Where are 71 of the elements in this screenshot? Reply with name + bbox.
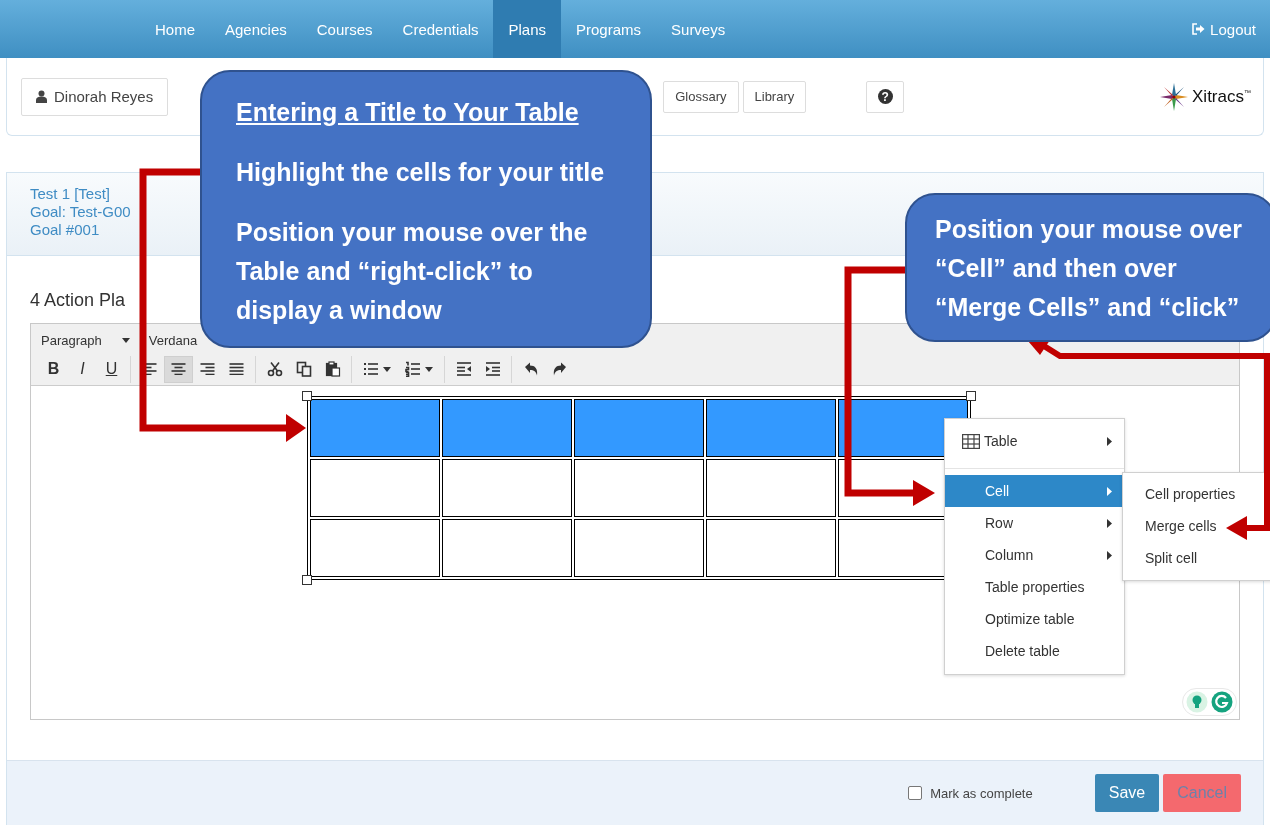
user-button[interactable]: Dinorah Reyes bbox=[21, 77, 169, 116]
menu-item[interactable]: Delete table bbox=[945, 635, 1124, 667]
plan-info-line: Goal #001 bbox=[30, 221, 100, 239]
menu-item[interactable]: Row bbox=[945, 507, 1124, 539]
submenu-arrow-icon bbox=[1107, 518, 1112, 528]
resize-handle[interactable] bbox=[302, 575, 312, 585]
logout-icon bbox=[1191, 23, 1206, 35]
plan-info-line: Goal: Test-G00 bbox=[30, 203, 131, 221]
table-cell[interactable] bbox=[442, 519, 572, 577]
nav-tab[interactable]: Plans bbox=[493, 0, 561, 58]
bulb-icon[interactable] bbox=[1186, 691, 1208, 713]
submenu-arrow-icon bbox=[1107, 486, 1112, 496]
align-center-button[interactable] bbox=[164, 355, 193, 383]
justify-icon bbox=[229, 363, 244, 375]
bullet-list-icon bbox=[363, 361, 379, 377]
header-button[interactable]: Glossary bbox=[663, 80, 739, 113]
submenu-arrow-icon bbox=[1107, 550, 1112, 560]
numbered-list-icon bbox=[405, 361, 421, 377]
menu-item[interactable]: Optimize table bbox=[945, 603, 1124, 635]
resize-handle[interactable] bbox=[966, 391, 976, 401]
table-cell[interactable] bbox=[574, 399, 704, 457]
align-right-icon bbox=[200, 363, 215, 375]
font-dropdown[interactable]: Verdana bbox=[148, 333, 198, 348]
caret-icon bbox=[383, 366, 391, 372]
callout-text: Highlight the cells for your title bbox=[236, 157, 605, 188]
plan-info-line: Test 1 [Test] bbox=[30, 185, 111, 203]
table-cell[interactable] bbox=[310, 519, 440, 577]
table-cell[interactable] bbox=[706, 459, 836, 517]
undo-icon bbox=[522, 361, 539, 377]
table-cell[interactable] bbox=[442, 399, 572, 457]
help-button[interactable]: ? bbox=[866, 80, 905, 113]
assistant-icon[interactable] bbox=[1211, 691, 1233, 713]
table-cell[interactable] bbox=[706, 519, 836, 577]
save-button[interactable]: Save bbox=[1094, 774, 1160, 812]
menu-item[interactable]: Split cell bbox=[1123, 542, 1270, 574]
callout-title: Entering a Title to Your Table bbox=[236, 97, 579, 128]
logo-text: Xitracs$^{™}$ bbox=[1192, 86, 1251, 107]
callout-text: Position your mouse over “Cell” and then over “Merge Cells” and “click” bbox=[935, 214, 1243, 323]
table-cell[interactable] bbox=[310, 459, 440, 517]
table-cell[interactable] bbox=[574, 459, 704, 517]
outdent-icon bbox=[455, 361, 472, 377]
section-title: 4 Action Pla bbox=[30, 289, 126, 311]
caret-icon bbox=[425, 366, 433, 372]
copy-icon bbox=[295, 361, 312, 377]
caret-icon bbox=[121, 338, 130, 343]
header-button[interactable]: Library bbox=[742, 80, 807, 113]
checkbox-label: Mark as complete bbox=[930, 785, 1033, 801]
scissors-icon bbox=[266, 361, 283, 377]
table-cell[interactable] bbox=[706, 399, 836, 457]
table-cell[interactable] bbox=[310, 399, 440, 457]
bold-button[interactable]: B bbox=[39, 355, 68, 383]
submenu-arrow-icon bbox=[1107, 436, 1112, 446]
menu-item[interactable]: Cell bbox=[945, 475, 1124, 507]
user-icon bbox=[36, 90, 47, 103]
menu-item[interactable]: Table properties bbox=[945, 571, 1124, 603]
indent-icon bbox=[484, 361, 501, 377]
resize-handle[interactable] bbox=[302, 391, 312, 401]
table-icon bbox=[962, 433, 980, 449]
menu-item[interactable]: Column bbox=[945, 539, 1124, 571]
format-dropdown[interactable]: Paragraph bbox=[35, 328, 136, 353]
menu-item[interactable]: Cell properties bbox=[1123, 478, 1270, 510]
align-center-icon bbox=[171, 363, 186, 375]
checkbox[interactable] bbox=[908, 786, 923, 800]
table-cell[interactable] bbox=[574, 519, 704, 577]
callout-text: Position your mouse over the Table and “right-click” to display a window bbox=[236, 217, 589, 326]
redo-icon bbox=[551, 361, 568, 377]
paste-icon bbox=[324, 361, 341, 377]
table-cell[interactable] bbox=[442, 459, 572, 517]
italic-button[interactable]: I bbox=[68, 355, 97, 383]
menu-item[interactable]: Merge cells bbox=[1123, 510, 1270, 542]
underline-button[interactable]: U bbox=[97, 355, 126, 383]
